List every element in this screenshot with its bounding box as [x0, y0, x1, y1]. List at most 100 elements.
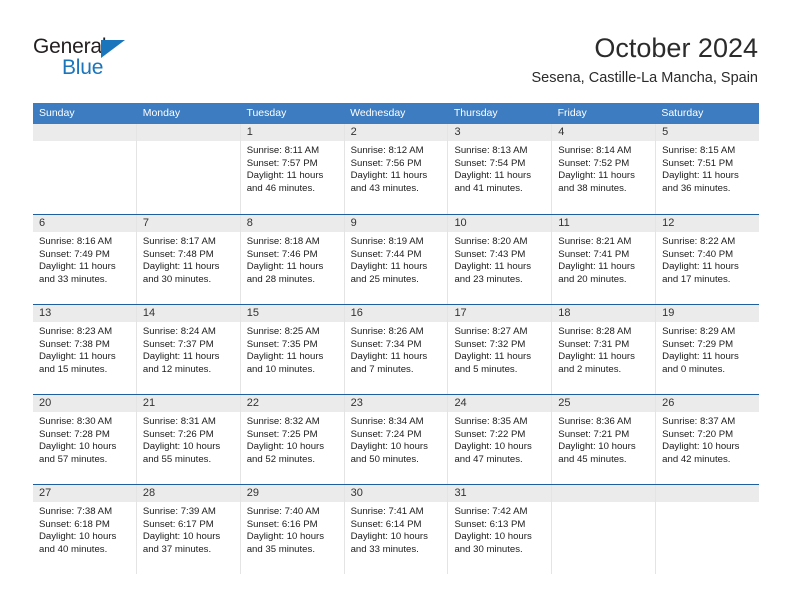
- daylight-text-line1: Daylight: 10 hours: [454, 441, 532, 453]
- daylight-text-line1: Daylight: 11 hours: [142, 351, 220, 363]
- daylight-text-line1: Daylight: 11 hours: [662, 261, 739, 273]
- calendar-day-cell[interactable]: 10 Sunrise: 8:20 AM Sunset: 7:43 PM Dayligh…: [448, 215, 553, 304]
- calendar-day-cell[interactable]: 18 Sunrise: 8:28 AM Sunset: 7:31 PM Dayligh…: [552, 305, 657, 394]
- day-number: 11: [552, 215, 656, 232]
- daylight-text-line1: Daylight: 10 hours: [558, 441, 636, 453]
- calendar-day-cell[interactable]: 8 Sunrise: 8:18 AM Sunset: 7:46 PM Daylight…: [240, 215, 345, 304]
- daylight-text-line1: Daylight: 10 hours: [39, 441, 117, 453]
- generalblue-logo[interactable]: General Blue: [33, 36, 153, 82]
- daylight-text-line2: and 41 minutes.: [454, 182, 523, 194]
- daylight-text-line2: and 23 minutes.: [454, 273, 523, 285]
- day-details: Sunrise: 8:17 AM Sunset: 7:48 PM Daylight:…: [137, 232, 240, 292]
- calendar-day-cell[interactable]: 23 Sunrise: 8:34 AM Sunset: 7:24 PM Dayligh…: [344, 395, 449, 484]
- daylight-text-line2: and 50 minutes.: [350, 453, 419, 465]
- sunset-text: Sunset: 7:35 PM: [246, 338, 318, 350]
- sunrise-text: Sunrise: 8:17 AM: [142, 236, 216, 247]
- calendar-day-cell[interactable]: 25 Sunrise: 8:36 AM Sunset: 7:21 PM Dayligh…: [552, 395, 657, 484]
- daylight-text-line1: Daylight: 11 hours: [558, 170, 635, 182]
- day-number: 30: [344, 485, 448, 502]
- calendar-day-cell[interactable]: 12 Sunrise: 8:22 AM Sunset: 7:40 PM Dayligh…: [656, 215, 760, 304]
- calendar-day-cell[interactable]: 1 Sunrise: 8:11 AM Sunset: 7:57 PM Daylight…: [240, 124, 345, 214]
- day-number: 15: [240, 305, 344, 322]
- day-number: [552, 485, 656, 502]
- calendar-day-cell[interactable]: 11 Sunrise: 8:21 AM Sunset: 7:41 PM Dayligh…: [552, 215, 657, 304]
- day-number: 9: [344, 215, 448, 232]
- day-number: 16: [344, 305, 448, 322]
- page-header: General Blue October 2024 Sesena, Castil…: [0, 0, 792, 100]
- calendar-day-cell[interactable]: 5 Sunrise: 8:15 AM Sunset: 7:51 PM Daylight…: [656, 124, 760, 214]
- daylight-text-line2: and 2 minutes.: [558, 363, 622, 375]
- daylight-text-line1: Daylight: 10 hours: [246, 441, 325, 453]
- calendar-day-cell[interactable]: 14 Sunrise: 8:24 AM Sunset: 7:37 PM Dayligh…: [136, 305, 241, 394]
- sunset-text: Sunset: 7:22 PM: [454, 428, 526, 440]
- calendar-day-cell[interactable]: 31 Sunrise: 7:42 AM Sunset: 6:13 PM Dayligh…: [448, 485, 553, 574]
- day-details: Sunrise: 8:37 AM Sunset: 7:20 PM Daylight:…: [656, 412, 759, 472]
- daylight-text-line2: and 17 minutes.: [662, 273, 731, 285]
- day-number: 1: [240, 124, 344, 141]
- daylight-text-line2: and 30 minutes.: [142, 273, 212, 285]
- daylight-text-line2: and 33 minutes.: [39, 273, 108, 285]
- calendar-day-cell[interactable]: 13 Sunrise: 8:23 AM Sunset: 7:38 PM Dayligh…: [33, 305, 137, 394]
- sunrise-text: Sunrise: 8:19 AM: [350, 236, 424, 247]
- calendar-day-cell[interactable]: 20 Sunrise: 8:30 AM Sunset: 7:28 PM Dayligh…: [33, 395, 137, 484]
- calendar-day-cell[interactable]: 28 Sunrise: 7:39 AM Sunset: 6:17 PM Dayligh…: [136, 485, 241, 574]
- day-details: Sunrise: 8:29 AM Sunset: 7:29 PM Daylight:…: [656, 322, 759, 382]
- calendar-day-cell[interactable]: 27 Sunrise: 7:38 AM Sunset: 6:18 PM Dayligh…: [33, 485, 137, 574]
- daylight-text-line2: and 28 minutes.: [246, 273, 315, 285]
- sunset-text: Sunset: 7:21 PM: [558, 428, 630, 440]
- calendar-day-cell[interactable]: 29 Sunrise: 7:40 AM Sunset: 6:16 PM Dayligh…: [240, 485, 345, 574]
- day-number: 29: [240, 485, 344, 502]
- calendar-day-cell[interactable]: 9 Sunrise: 8:19 AM Sunset: 7:44 PM Daylight…: [344, 215, 449, 304]
- title-block: October 2024 Sesena, Castille-La Mancha,…: [532, 32, 759, 88]
- calendar-day-cell[interactable]: 2 Sunrise: 8:12 AM Sunset: 7:56 PM Daylight…: [344, 124, 449, 214]
- calendar-day-cell[interactable]: 30 Sunrise: 7:41 AM Sunset: 6:14 PM Dayligh…: [344, 485, 449, 574]
- daylight-text-line1: Daylight: 11 hours: [454, 261, 532, 273]
- sunset-text: Sunset: 6:16 PM: [246, 518, 318, 530]
- day-number: 8: [240, 215, 344, 232]
- calendar-day-cell[interactable]: 3 Sunrise: 8:13 AM Sunset: 7:54 PM Daylight…: [448, 124, 553, 214]
- sunset-text: Sunset: 7:29 PM: [662, 338, 734, 350]
- calendar-day-cell[interactable]: 6 Sunrise: 8:16 AM Sunset: 7:49 PM Daylight…: [33, 215, 137, 304]
- calendar-day-cell[interactable]: 15 Sunrise: 8:25 AM Sunset: 7:35 PM Dayligh…: [240, 305, 345, 394]
- day-number: 23: [344, 395, 448, 412]
- calendar-day-cell[interactable]: 22 Sunrise: 8:32 AM Sunset: 7:25 PM Dayligh…: [240, 395, 345, 484]
- sunrise-text: Sunrise: 8:31 AM: [142, 416, 216, 427]
- calendar-day-cell[interactable]: 7 Sunrise: 8:17 AM Sunset: 7:48 PM Daylight…: [136, 215, 241, 304]
- daylight-text-line2: and 55 minutes.: [142, 453, 212, 465]
- calendar-day-cell[interactable]: 19 Sunrise: 8:29 AM Sunset: 7:29 PM Dayligh…: [656, 305, 760, 394]
- sunset-text: Sunset: 7:52 PM: [558, 157, 630, 169]
- sunrise-text: Sunrise: 7:39 AM: [142, 506, 216, 517]
- daylight-text-line1: Daylight: 11 hours: [662, 351, 739, 363]
- sunset-text: Sunset: 6:17 PM: [142, 518, 214, 530]
- daylight-text-line2: and 46 minutes.: [246, 182, 315, 194]
- calendar-day-cell[interactable]: 4 Sunrise: 8:14 AM Sunset: 7:52 PM Daylight…: [552, 124, 657, 214]
- day-number: 17: [448, 305, 552, 322]
- sunrise-text: Sunrise: 8:24 AM: [142, 326, 216, 337]
- sunset-text: Sunset: 7:32 PM: [454, 338, 526, 350]
- sunrise-text: Sunrise: 8:29 AM: [662, 326, 736, 337]
- daylight-text-line1: Daylight: 11 hours: [39, 351, 116, 363]
- day-number: 27: [33, 485, 136, 502]
- calendar-day-cell[interactable]: 26 Sunrise: 8:37 AM Sunset: 7:20 PM Dayligh…: [656, 395, 760, 484]
- sunset-text: Sunset: 7:28 PM: [39, 428, 110, 440]
- daylight-text-line2: and 15 minutes.: [39, 363, 108, 375]
- daylight-text-line1: Daylight: 11 hours: [350, 351, 428, 363]
- daylight-text-line1: Daylight: 11 hours: [558, 351, 635, 363]
- sunrise-text: Sunrise: 8:35 AM: [454, 416, 528, 427]
- calendar-day-cell[interactable]: 16 Sunrise: 8:26 AM Sunset: 7:34 PM Dayligh…: [344, 305, 449, 394]
- daylight-text-line1: Daylight: 11 hours: [454, 351, 532, 363]
- calendar-day-cell-empty: [33, 124, 137, 214]
- sunrise-text: Sunrise: 8:32 AM: [246, 416, 320, 427]
- day-number: 14: [136, 305, 240, 322]
- calendar-day-cell[interactable]: 17 Sunrise: 8:27 AM Sunset: 7:32 PM Dayligh…: [448, 305, 553, 394]
- calendar-week-row: 1 Sunrise: 8:11 AM Sunset: 7:57 PM Daylight…: [33, 124, 760, 214]
- calendar-day-cell[interactable]: 21 Sunrise: 8:31 AM Sunset: 7:26 PM Dayligh…: [136, 395, 241, 484]
- sunset-text: Sunset: 7:20 PM: [662, 428, 734, 440]
- day-of-week-thursday: Thursday: [453, 107, 498, 119]
- sunrise-text: Sunrise: 8:16 AM: [39, 236, 113, 247]
- day-number: 19: [656, 305, 760, 322]
- day-of-week-wednesday: Wednesday: [350, 107, 406, 119]
- calendar-day-cell[interactable]: 24 Sunrise: 8:35 AM Sunset: 7:22 PM Dayligh…: [448, 395, 553, 484]
- day-number: 25: [552, 395, 656, 412]
- day-details: Sunrise: 8:36 AM Sunset: 7:21 PM Daylight:…: [552, 412, 655, 472]
